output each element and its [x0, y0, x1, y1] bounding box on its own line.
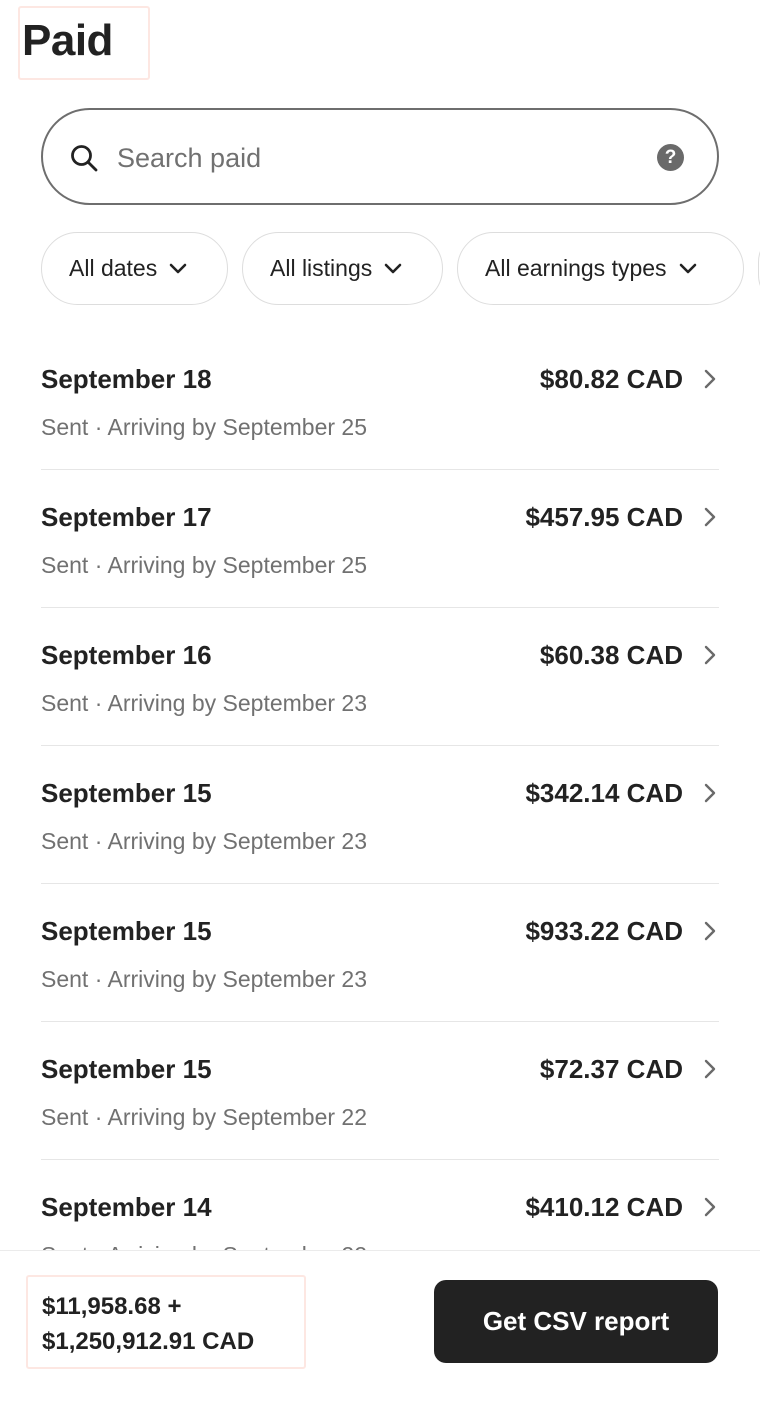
chevron-right-icon	[704, 783, 716, 803]
payout-arrival: Arriving by September 23	[107, 690, 368, 716]
filter-label: All dates	[69, 255, 158, 281]
footer-bar: $11,958.68 + $1,250,912.91 CAD Get CSV r…	[0, 1250, 760, 1420]
payout-amount: $72.37 CAD	[539, 1054, 683, 1084]
total-line-1: $11,958.68 +	[42, 1293, 182, 1320]
payout-arrival: Arriving by September 25	[107, 414, 368, 440]
payout-status-line: Sent · Arriving by September 25	[41, 414, 368, 440]
chevron-right-icon	[704, 921, 716, 941]
chevron-down-icon	[679, 263, 696, 273]
payout-status: Sent	[41, 828, 89, 854]
payout-list: September 18 Sent · Arriving by Septembe…	[41, 332, 719, 1298]
question-circle-icon[interactable]: ?	[657, 144, 684, 171]
payout-row[interactable]: September 16 Sent · Arriving by Septembe…	[41, 608, 719, 746]
search-input[interactable]	[117, 136, 637, 180]
payout-date: September 17	[41, 502, 212, 532]
payout-status: Sent	[41, 966, 89, 992]
payout-date: September 15	[41, 1054, 212, 1084]
filter-all-earnings-types[interactable]: All earnings types	[457, 232, 744, 305]
filter-all-dates[interactable]: All dates	[41, 232, 228, 305]
filter-chips: All dates All listings All earnings type…	[41, 232, 760, 306]
payout-date: September 18	[41, 364, 212, 394]
payout-row[interactable]: September 15 Sent · Arriving by Septembe…	[41, 1022, 719, 1160]
filter-all-listings[interactable]: All listings	[242, 232, 443, 305]
payout-date: September 14	[41, 1192, 212, 1222]
payout-amount: $342.14 CAD	[525, 778, 683, 808]
payout-arrival: Arriving by September 23	[107, 828, 368, 854]
total-amount: $11,958.68 + $1,250,912.91 CAD	[42, 1289, 254, 1359]
chevron-down-icon	[384, 263, 402, 273]
paid-page: Paid ? All dates All listings All earnin…	[0, 0, 760, 1420]
payout-status: Sent	[41, 414, 89, 440]
payout-arrival: Arriving by September 22	[107, 1104, 368, 1130]
payout-row[interactable]: September 17 Sent · Arriving by Septembe…	[41, 470, 719, 608]
payout-status-line: Sent · Arriving by September 23	[41, 828, 368, 854]
chevron-right-icon	[704, 369, 716, 389]
payout-date: September 15	[41, 916, 212, 946]
payout-row[interactable]: September 15 Sent · Arriving by Septembe…	[41, 884, 719, 1022]
payout-status-line: Sent · Arriving by September 23	[41, 966, 368, 992]
payout-status-line: Sent · Arriving by September 22	[41, 1104, 368, 1130]
payout-amount: $60.38 CAD	[539, 640, 683, 670]
filter-label: All listings	[270, 255, 373, 281]
payout-amount: $410.12 CAD	[525, 1192, 683, 1222]
payout-arrival: Arriving by September 23	[107, 966, 368, 992]
chevron-right-icon	[704, 1197, 716, 1217]
payout-arrival: Arriving by September 25	[107, 552, 368, 578]
chevron-right-icon	[704, 1059, 716, 1079]
payout-status-line: Sent · Arriving by September 25	[41, 552, 368, 578]
payout-row[interactable]: September 18 Sent · Arriving by Septembe…	[41, 332, 719, 470]
payout-status: Sent	[41, 552, 89, 578]
payout-status: Sent	[41, 690, 89, 716]
page-title: Paid	[22, 16, 113, 65]
payout-status: Sent	[41, 1104, 89, 1130]
payout-date: September 16	[41, 640, 212, 670]
chevron-down-icon	[169, 263, 187, 273]
payout-row[interactable]: September 15 Sent · Arriving by Septembe…	[41, 746, 719, 884]
payout-status-line: Sent · Arriving by September 23	[41, 690, 368, 716]
chevron-right-icon	[704, 507, 716, 527]
payout-amount: $80.82 CAD	[539, 364, 683, 394]
payout-amount: $457.95 CAD	[525, 502, 683, 532]
payout-date: September 15	[41, 778, 212, 808]
search-icon	[71, 145, 98, 172]
chevron-right-icon	[704, 645, 716, 665]
total-line-2: $1,250,912.91 CAD	[42, 1328, 255, 1355]
get-csv-report-button[interactable]: Get CSV report	[434, 1280, 718, 1363]
search-bar[interactable]: ?	[41, 108, 719, 205]
payout-amount: $933.22 CAD	[525, 916, 683, 946]
filter-label: All earnings types	[485, 255, 667, 281]
